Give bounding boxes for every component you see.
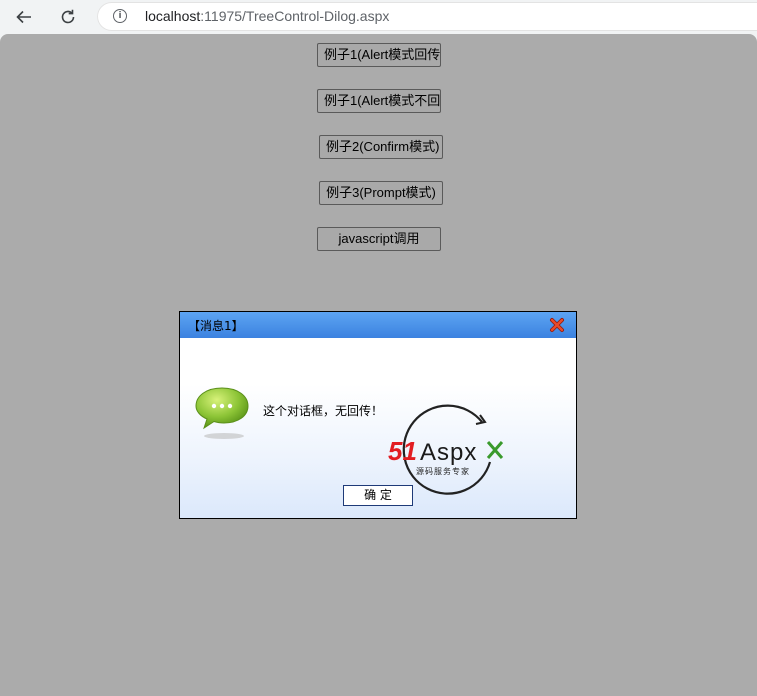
example2-confirm-button[interactable]: 例子2(Confirm模式)	[319, 135, 443, 159]
51aspx-logo: 51 Aspx 源码服务专家	[388, 404, 504, 495]
back-button[interactable]	[12, 5, 36, 29]
example1-alert-no-postback-button[interactable]: 例子1(Alert模式不回传)	[317, 89, 441, 113]
dialog-title: 【消息1】	[188, 319, 244, 333]
reload-icon	[61, 9, 75, 24]
close-icon[interactable]	[549, 317, 565, 333]
address-bar[interactable]: i localhost:11975/TreeControl-Dilog.aspx	[97, 2, 757, 31]
arrow-left-icon	[16, 10, 31, 24]
logo-aspx-text: Aspx	[420, 439, 477, 466]
ok-button[interactable]: 确 定	[343, 485, 413, 506]
javascript-call-button[interactable]: javascript调用	[317, 227, 441, 251]
example3-prompt-button[interactable]: 例子3(Prompt模式)	[319, 181, 443, 205]
chat-bubble-icon	[195, 387, 249, 439]
reload-button[interactable]	[56, 5, 80, 29]
logo-51-text: 51	[388, 436, 417, 466]
message-dialog: 【消息1】 这个对话框，无回传！ 51 Aspx 源码服务专家 确 定	[179, 311, 577, 519]
logo-slogan: 源码服务专家	[416, 466, 470, 476]
page-viewport: 例子1(Alert模式回传) 例子1(Alert模式不回传) 例子2(Confi…	[0, 34, 757, 696]
dialog-message: 这个对话框，无回传！	[263, 404, 384, 418]
example1-alert-postback-button[interactable]: 例子1(Alert模式回传)	[317, 43, 441, 67]
url-text: localhost:11975/TreeControl-Dilog.aspx	[145, 8, 389, 24]
browser-toolbar: i localhost:11975/TreeControl-Dilog.aspx	[0, 0, 757, 34]
url-host: localhost	[145, 8, 201, 24]
dialog-title-bar[interactable]: 【消息1】	[180, 312, 576, 338]
info-icon[interactable]: i	[113, 9, 127, 23]
url-path: :11975/TreeControl-Dilog.aspx	[200, 8, 390, 24]
